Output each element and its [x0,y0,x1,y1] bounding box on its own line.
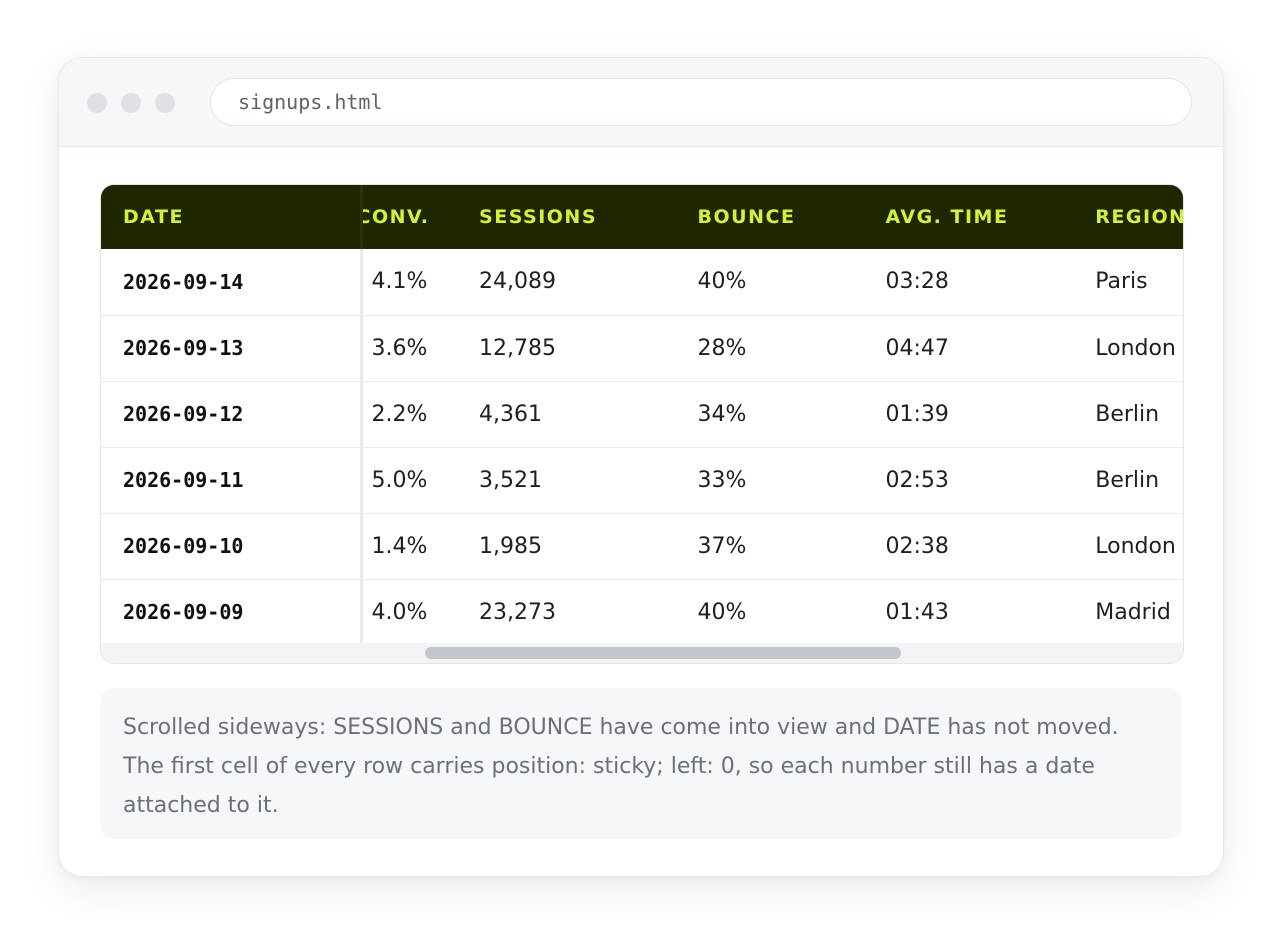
cell-sessions: 3,521 [479,467,543,493]
table-row: 2026-09-09 4.0% 23,273 40% 01:43 Madrid [101,579,1183,643]
window-dot-close[interactable] [87,93,107,113]
cell-avg-time: 01:39 [885,401,949,427]
cell-avg-time: 02:38 [885,533,949,559]
column-header-date[interactable]: DATE [101,185,363,249]
cell-conv: 5.0% [371,467,428,493]
cell-sessions: 12,785 [479,335,557,361]
cell-bounce: 28% [697,335,747,361]
cell-date: 2026-09-14 [101,249,363,315]
table-header-row: DATE CONV. SESSIONS BOUNCE AVG. TIME REG… [101,185,1183,249]
explanation-note: Scrolled sideways: SESSIONS and BOUNCE h… [100,688,1182,839]
scrollbar-thumb[interactable] [425,647,901,659]
cell-sessions: 1,985 [479,533,543,559]
table-row: 2026-09-12 2.2% 4,361 34% 01:39 Berlin [101,381,1183,447]
cell-conv: 1.4% [371,533,428,559]
cell-region: London [1095,335,1176,361]
cell-bounce: 34% [697,401,747,427]
cell-sessions: 24,089 [479,269,557,295]
browser-window: signups.html DATE CONV. SESSIONS BOUNCE … [58,57,1224,877]
table-scroll-area[interactable]: DATE CONV. SESSIONS BOUNCE AVG. TIME REG… [101,185,1183,643]
table-row: 2026-09-13 3.6% 12,785 28% 04:47 London [101,315,1183,381]
column-header-sessions[interactable]: SESSIONS [479,185,698,249]
signups-table: DATE CONV. SESSIONS BOUNCE AVG. TIME REG… [101,185,1183,643]
table-row: 2026-09-11 5.0% 3,521 33% 02:53 Berlin [101,447,1183,513]
cell-date: 2026-09-12 [101,381,363,447]
cell-conv: 4.1% [371,269,428,295]
cell-date: 2026-09-11 [101,447,363,513]
cell-avg-time: 02:53 [885,467,949,493]
column-header-bounce[interactable]: BOUNCE [698,185,886,249]
cell-date: 2026-09-09 [101,579,363,643]
column-header-region[interactable]: REGION [1095,185,1183,249]
cell-avg-time: 01:43 [885,599,949,625]
table-row: 2026-09-14 4.1% 24,089 40% 03:28 Paris [101,249,1183,315]
window-dot-minimize[interactable] [121,93,141,113]
cell-date: 2026-09-13 [101,315,363,381]
cell-date: 2026-09-10 [101,513,363,579]
title-bar: signups.html [59,58,1223,147]
table-container: DATE CONV. SESSIONS BOUNCE AVG. TIME REG… [100,184,1184,664]
cell-conv: 2.2% [371,401,428,427]
address-bar[interactable]: signups.html [210,78,1192,126]
cell-bounce: 40% [697,599,747,625]
cell-conv: 3.6% [371,335,428,361]
cell-region: London [1095,533,1176,559]
cell-region: Berlin [1095,467,1160,493]
cell-bounce: 37% [697,533,747,559]
cell-region: Paris [1095,269,1148,295]
column-header-conv[interactable]: CONV. [361,185,479,249]
cell-sessions: 23,273 [479,599,557,625]
horizontal-scrollbar[interactable] [101,643,1183,663]
cell-avg-time: 04:47 [885,335,949,361]
cell-avg-time: 03:28 [885,269,949,295]
cell-sessions: 4,361 [479,401,543,427]
cell-conv: 4.0% [371,599,428,625]
cell-region: Berlin [1095,401,1160,427]
column-header-avg-time[interactable]: AVG. TIME [885,185,1095,249]
table-row: 2026-09-10 1.4% 1,985 37% 02:38 London [101,513,1183,579]
window-dot-maximize[interactable] [155,93,175,113]
cell-region: Madrid [1095,599,1171,625]
cell-bounce: 33% [697,467,747,493]
cell-bounce: 40% [697,269,747,295]
